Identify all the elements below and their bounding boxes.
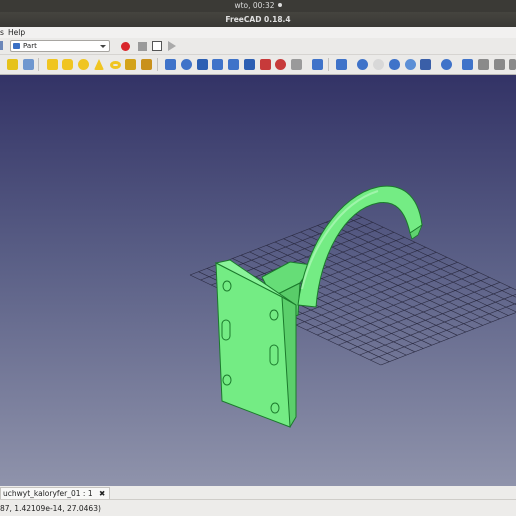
box-icon[interactable] [47,59,58,70]
workbench-selector[interactable]: Part [10,40,110,52]
shape-builder-icon[interactable] [141,59,152,70]
window-title: FreeCAD 0.18.4 [225,15,291,24]
macro-edit-button[interactable] [152,41,162,51]
toolbar-separator [157,58,158,71]
chamfer-icon[interactable] [228,59,239,70]
compound-tools-icon[interactable] [462,59,473,70]
notification-dot-icon [277,3,282,7]
macro-record-button[interactable] [121,42,130,51]
torus-icon[interactable] [110,61,121,69]
macro-run-button[interactable] [168,41,176,51]
cut-icon[interactable] [373,59,384,70]
fuse-icon[interactable] [389,59,400,70]
new-document-icon[interactable] [7,59,18,70]
grid-line [348,287,511,351]
cone-icon[interactable] [94,59,104,70]
extrude-icon[interactable] [165,59,176,70]
sphere-icon[interactable] [78,59,89,70]
close-icon[interactable]: ✖ [99,489,105,498]
split-icon[interactable] [441,59,452,70]
join-features-icon[interactable] [420,59,431,70]
grid-line [338,282,501,346]
thickness-icon[interactable] [336,59,347,70]
mirror-icon[interactable] [197,59,208,70]
grid-line [359,293,516,356]
menu-bar: s Help [0,27,516,38]
grid-line [334,218,516,305]
menu-item-help[interactable]: Help [8,27,25,38]
system-clock[interactable]: wto, 00:32 [234,1,274,10]
grid-line [317,225,509,316]
chevron-down-icon [100,45,106,48]
measure-icon[interactable] [494,59,505,70]
part-workbench-icon [13,43,20,49]
create-primitives-icon[interactable] [125,59,136,70]
3d-scene[interactable] [0,75,516,486]
menu-item-partial[interactable]: s [0,27,4,38]
toolbar-top: Part [0,38,516,55]
loft-icon[interactable] [275,59,286,70]
document-tab-label: uchwyt_kaloryfer_01 : 1 [3,489,93,498]
common-icon[interactable] [405,59,416,70]
offset-icon[interactable] [312,59,323,70]
workbench-selector-value: Part [23,42,37,50]
cylinder-icon[interactable] [62,59,73,70]
sweep-icon[interactable] [291,59,302,70]
revolve-icon[interactable] [181,59,192,70]
cursor-coordinates: 87, 1.42109e-14, 27.0463) [0,504,101,513]
system-top-bar: wto, 00:32 [0,0,516,12]
macro-stop-button[interactable] [138,42,147,51]
document-tab[interactable]: uchwyt_kaloryfer_01 : 1 ✖ [0,487,111,499]
grid-line [317,272,479,336]
clipped-tool-icon[interactable] [509,59,516,70]
window-title-bar: FreeCAD 0.18.4 [0,12,516,27]
grid-line [327,277,490,341]
document-tab-bar: uchwyt_kaloryfer_01 : 1 ✖ [0,486,516,500]
toolbar-separator [328,58,329,71]
grid-line [306,267,469,331]
check-geometry-icon[interactable] [478,59,489,70]
open-document-icon[interactable] [23,59,34,70]
status-area: uchwyt_kaloryfer_01 : 1 ✖ 87, 1.42109e-1… [0,486,516,516]
make-face-icon[interactable] [244,59,255,70]
ruled-surface-icon[interactable] [260,59,271,70]
grid-line [325,221,516,313]
toolbar-clipped-icon [0,41,3,50]
boolean-icon[interactable] [357,59,368,70]
fillet-icon[interactable] [212,59,223,70]
grid-line [308,228,500,320]
toolbar-part [0,55,516,75]
toolbar-separator [38,58,39,71]
3d-viewport[interactable] [0,75,516,486]
